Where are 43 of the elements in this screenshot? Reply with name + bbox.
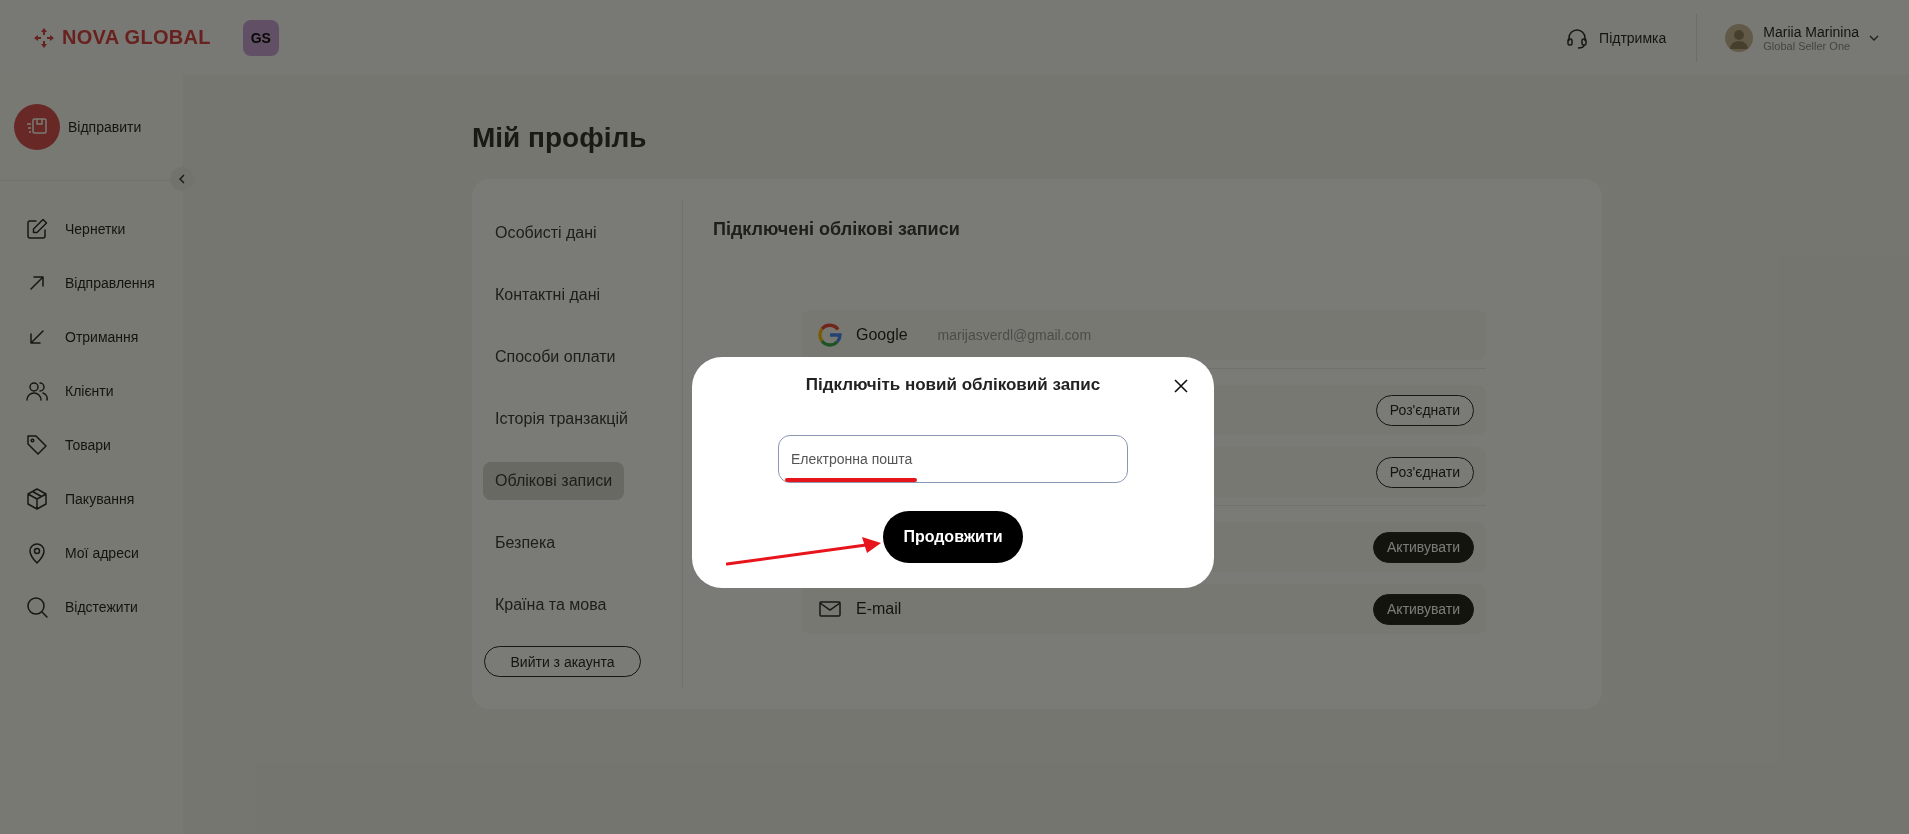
app-badge[interactable]: GS	[242, 19, 279, 56]
profile-menu-item[interactable]: Способи оплати	[483, 338, 628, 376]
chevron-down-icon	[1869, 34, 1879, 41]
google-icon	[818, 323, 842, 347]
tag-icon	[25, 433, 49, 457]
nav-item[interactable]: Клієнти	[0, 364, 183, 418]
nav-item[interactable]: Пакування	[0, 472, 183, 526]
profile-menu-item[interactable]: Країна та мова	[483, 586, 619, 624]
section-title: Підключені облікові записи	[713, 219, 961, 240]
nav-item[interactable]: Чернетки	[0, 202, 183, 256]
profile-menu-item[interactable]: Історія транзакцій	[483, 400, 640, 438]
nav-item[interactable]: Мої адреси	[0, 526, 183, 580]
box-icon	[25, 487, 49, 511]
modal-title: Підключіть новий обліковий запис	[805, 375, 1101, 395]
close-icon	[1174, 379, 1188, 393]
profile-menu-item[interactable]: Безпека	[483, 524, 568, 562]
users-icon	[25, 379, 49, 403]
nav-item[interactable]: Отримання	[0, 310, 183, 364]
activate-button[interactable]: Активувати	[1373, 593, 1474, 625]
continue-button[interactable]: Продовжити	[883, 511, 1023, 563]
nav-item[interactable]: Товари	[0, 418, 183, 472]
profile-menu-item[interactable]: Облікові записи	[483, 462, 625, 500]
profile-menu-item[interactable]: Контактні дані	[483, 276, 613, 314]
email-input[interactable]: Електронна пошта	[778, 435, 1128, 483]
profile-menu-item[interactable]: Особисті дані	[483, 214, 609, 252]
search-icon	[25, 595, 49, 619]
disconnect-button[interactable]: Роз'єднати	[1375, 456, 1474, 488]
pencil-square-icon	[25, 217, 49, 241]
page-title: Мій профіль	[472, 122, 648, 154]
account-name: E-mail	[856, 600, 902, 618]
user-name: Mariia Marinina	[1763, 23, 1859, 40]
disconnect-button[interactable]: Роз'єднати	[1375, 394, 1474, 426]
send-button[interactable]: Відправити	[0, 104, 142, 150]
close-button[interactable]	[1172, 377, 1190, 395]
nav-item[interactable]: Відправлення	[0, 256, 183, 310]
avatar	[1725, 23, 1754, 52]
account-name: Google	[856, 326, 908, 344]
nav-item[interactable]: Відстежити	[0, 580, 183, 634]
activate-button[interactable]: Активувати	[1373, 531, 1474, 563]
support-link[interactable]: Підтримка	[1565, 25, 1667, 50]
logo-text[interactable]: NOVA GLOBAL	[62, 26, 211, 49]
chevron-left-icon	[179, 174, 185, 184]
logout-button[interactable]: Вийти з акаунта	[484, 646, 641, 677]
